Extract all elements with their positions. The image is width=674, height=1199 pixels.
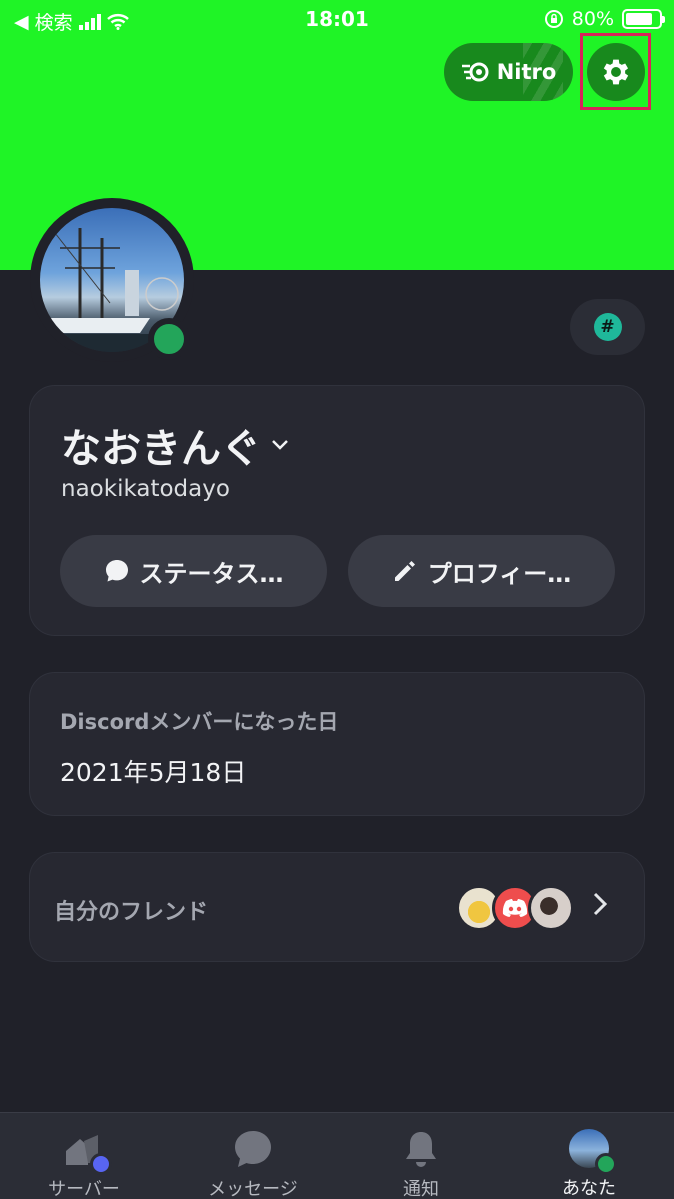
nav-you[interactable]: あなた bbox=[509, 1113, 669, 1199]
nitro-label: Nitro bbox=[496, 60, 557, 84]
online-badge bbox=[595, 1153, 617, 1175]
profile-card: なおきんぐ naokikatodayo ステータス… プロフィー… bbox=[29, 385, 645, 636]
settings-button[interactable] bbox=[587, 43, 645, 101]
friend-avatars bbox=[456, 885, 576, 931]
nav-messages-label: メッセージ bbox=[208, 1179, 298, 1199]
speech-bubble-icon bbox=[105, 560, 128, 582]
nav-messages[interactable]: メッセージ bbox=[173, 1113, 333, 1199]
nav-servers-label: サーバー bbox=[48, 1179, 120, 1199]
online-status-indicator bbox=[148, 318, 190, 360]
chevron-right-icon bbox=[593, 892, 608, 916]
display-name-row[interactable]: なおきんぐ bbox=[61, 416, 289, 474]
avatar-icon bbox=[569, 1129, 617, 1175]
display-name: なおきんぐ bbox=[61, 426, 261, 472]
nav-servers[interactable]: サーバー bbox=[4, 1113, 164, 1199]
friends-label: 自分のフレンド bbox=[54, 900, 209, 925]
edit-profile-label: プロフィー… bbox=[427, 559, 572, 588]
rotation-lock-icon bbox=[544, 10, 563, 28]
hashtag-icon: # bbox=[593, 313, 622, 341]
discord-logo-icon bbox=[502, 899, 528, 917]
nav-notifications-label: 通知 bbox=[403, 1179, 439, 1199]
battery-percent: 80% bbox=[571, 8, 614, 30]
member-since-card: Discordメンバーになった日 2021年5月18日 bbox=[29, 672, 645, 816]
nav-notifications[interactable]: 通知 bbox=[341, 1113, 501, 1199]
friend-avatar bbox=[528, 885, 574, 931]
nitro-button[interactable]: Nitro bbox=[444, 43, 573, 101]
member-since-date: 2021年5月18日 bbox=[60, 758, 247, 787]
battery-icon bbox=[622, 9, 665, 29]
servers-icon bbox=[64, 1129, 112, 1175]
nav-you-label: あなた bbox=[562, 1178, 616, 1199]
status-bar: ◀ 検索 18:01 80% bbox=[0, 0, 674, 38]
member-since-label: Discordメンバーになった日 bbox=[60, 710, 339, 734]
message-icon bbox=[233, 1129, 273, 1169]
bottom-nav: サーバー メッセージ 通知 あなた bbox=[0, 1112, 674, 1199]
pencil-icon bbox=[394, 561, 415, 581]
tag-button[interactable]: # bbox=[570, 299, 645, 355]
bell-icon bbox=[401, 1129, 441, 1169]
set-status-button[interactable]: ステータス… bbox=[60, 535, 327, 607]
nitro-icon bbox=[461, 62, 489, 82]
chevron-down-icon bbox=[272, 440, 288, 450]
username: naokikatodayo bbox=[61, 476, 230, 502]
server-badge bbox=[90, 1153, 112, 1175]
edit-profile-button[interactable]: プロフィー… bbox=[348, 535, 615, 607]
set-status-label: ステータス… bbox=[139, 559, 284, 588]
gear-icon bbox=[603, 59, 629, 85]
friends-card[interactable]: 自分のフレンド bbox=[29, 852, 645, 962]
